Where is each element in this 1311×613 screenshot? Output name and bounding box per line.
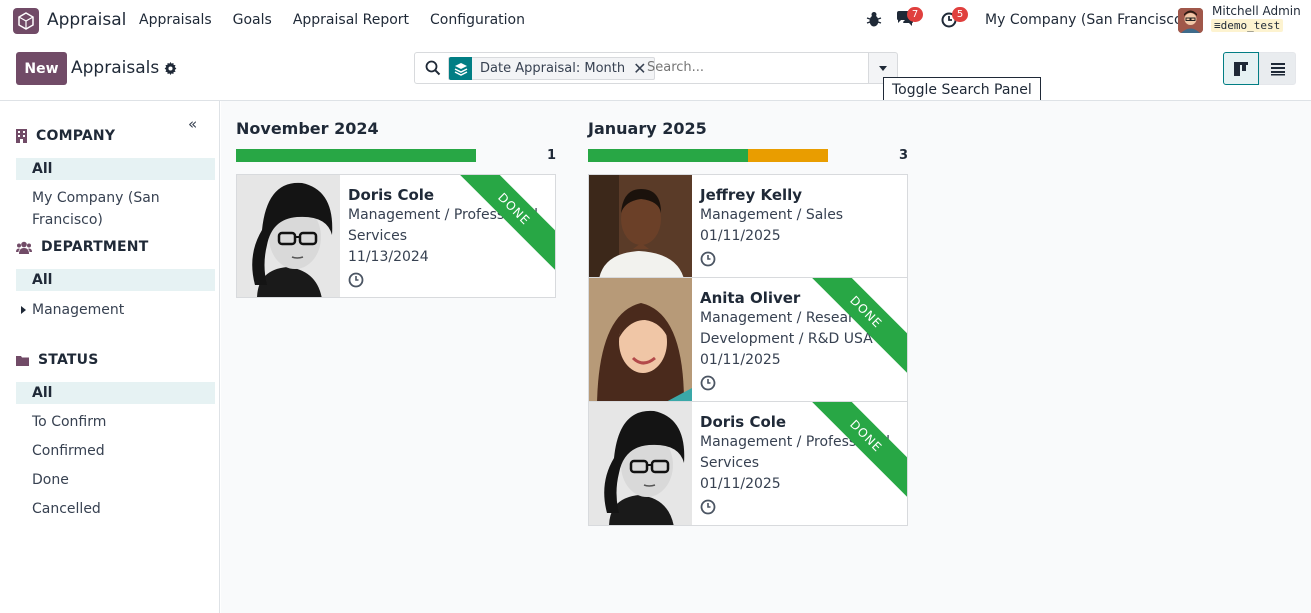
activities-count-badge: 5 [952, 7, 968, 22]
filter-department-all[interactable]: All [16, 269, 215, 291]
kanban-icon [1234, 61, 1248, 76]
company-switcher[interactable]: My Company (San Francisco) [985, 12, 1188, 28]
activity-clock-icon[interactable] [700, 499, 716, 515]
caret-right-icon[interactable] [21, 306, 26, 314]
layers-icon [449, 57, 472, 80]
activity-clock-icon[interactable] [700, 375, 716, 391]
column-count: 3 [898, 148, 908, 163]
box-icon [18, 12, 34, 30]
main-menu: Appraisals Goals Appraisal Report Config… [139, 12, 546, 28]
search-bar: Date Appraisal: Month ✕ [414, 52, 869, 84]
section-department-header: DEPARTMENT [16, 239, 148, 255]
progress-segment-planned[interactable] [748, 149, 828, 162]
page-title: Appraisals [71, 58, 160, 78]
caret-down-icon [879, 65, 887, 71]
department-line: Management / Sales [700, 207, 844, 223]
appraisal-date: 01/11/2025 [700, 476, 781, 492]
user-name[interactable]: Mitchell Admin [1212, 4, 1301, 18]
progress-segment-done[interactable] [236, 149, 476, 162]
employee-photo [589, 278, 692, 401]
filter-department-management-label: Management [32, 302, 125, 318]
list-view-button[interactable] [1259, 52, 1296, 85]
filter-status-cancelled[interactable]: Cancelled [16, 498, 215, 520]
debug-bug-icon[interactable] [866, 10, 882, 32]
kanban-card[interactable]: Doris Cole Management / Professional Ser… [588, 401, 908, 526]
section-status-title: STATUS [38, 352, 99, 368]
menu-appraisals[interactable]: Appraisals [139, 12, 212, 28]
section-department-title: DEPARTMENT [41, 239, 149, 255]
database-label: demo_test [1220, 19, 1281, 32]
breadcrumb: Appraisals [71, 58, 177, 78]
column-progress-bar[interactable] [588, 149, 828, 162]
messages-icon[interactable]: 7 [895, 7, 923, 32]
activity-clock-icon[interactable] [348, 272, 364, 288]
filter-department-management[interactable]: Management [16, 299, 215, 321]
employee-photo [237, 175, 340, 297]
filter-status-done[interactable]: Done [16, 469, 215, 491]
kanban-view-button[interactable] [1223, 52, 1259, 85]
activities-clock-icon[interactable]: 5 [941, 7, 968, 32]
database-name: ≡demo_test [1211, 19, 1284, 32]
card-body: Jeffrey Kelly Management / Sales 01/11/2… [700, 185, 900, 271]
facet-label: Date Appraisal: Month [480, 61, 626, 76]
appraisal-date: 01/11/2025 [700, 228, 781, 244]
progress-segment-done[interactable] [588, 149, 749, 162]
filter-status-confirmed[interactable]: Confirmed [16, 440, 215, 462]
database-icon: ≡ [1214, 19, 1221, 32]
filter-status-all[interactable]: All [16, 382, 215, 404]
appraisal-date: 11/13/2024 [348, 249, 429, 265]
search-panel: « COMPANY All My Company (San Francisco)… [0, 101, 220, 613]
collapse-panel-icon[interactable]: « [188, 115, 197, 133]
column-title[interactable]: November 2024 [236, 119, 379, 138]
filter-company-all[interactable]: All [16, 158, 215, 180]
gear-icon[interactable] [164, 61, 177, 75]
employee-photo [589, 175, 692, 277]
employee-name: Jeffrey Kelly [700, 186, 803, 204]
section-status-header: STATUS [16, 352, 99, 368]
user-avatar[interactable] [1178, 8, 1203, 33]
activity-clock-icon[interactable] [700, 251, 716, 267]
column-progress-bar[interactable] [236, 149, 476, 162]
kanban-board: November 2024 1 Doris Cole Management / … [221, 101, 1311, 613]
search-facet-date: Date Appraisal: Month ✕ [448, 57, 655, 80]
app-title[interactable]: Appraisal [47, 10, 126, 30]
section-company-title: COMPANY [36, 128, 116, 144]
menu-goals[interactable]: Goals [233, 12, 272, 28]
column-title[interactable]: January 2025 [588, 119, 707, 138]
building-icon [16, 129, 27, 143]
menu-appraisal-report[interactable]: Appraisal Report [293, 12, 409, 28]
users-icon [16, 241, 32, 254]
employee-photo [589, 402, 692, 525]
kanban-card[interactable]: Doris Cole Management / Professional Ser… [236, 174, 556, 298]
appraisal-app-icon[interactable] [13, 8, 39, 34]
column-count: 1 [546, 148, 556, 163]
kanban-card[interactable]: Anita Oliver Management / Research & Dev… [588, 277, 908, 402]
appraisal-date: 01/11/2025 [700, 352, 781, 368]
search-input[interactable] [647, 60, 847, 75]
filter-status-to-confirm[interactable]: To Confirm [16, 411, 215, 433]
search-icon[interactable] [424, 59, 442, 77]
filter-company-sf[interactable]: My Company (San Francisco) [16, 187, 215, 228]
menu-configuration[interactable]: Configuration [430, 12, 525, 28]
kanban-card[interactable]: Jeffrey Kelly Management / Sales 01/11/2… [588, 174, 908, 278]
section-company-header: COMPANY [16, 128, 115, 144]
folder-icon [16, 355, 29, 366]
top-navbar: Appraisal Appraisals Goals Appraisal Rep… [0, 0, 1311, 42]
messages-count-badge: 7 [907, 7, 923, 22]
new-button[interactable]: New [16, 52, 67, 85]
list-icon [1270, 62, 1285, 75]
